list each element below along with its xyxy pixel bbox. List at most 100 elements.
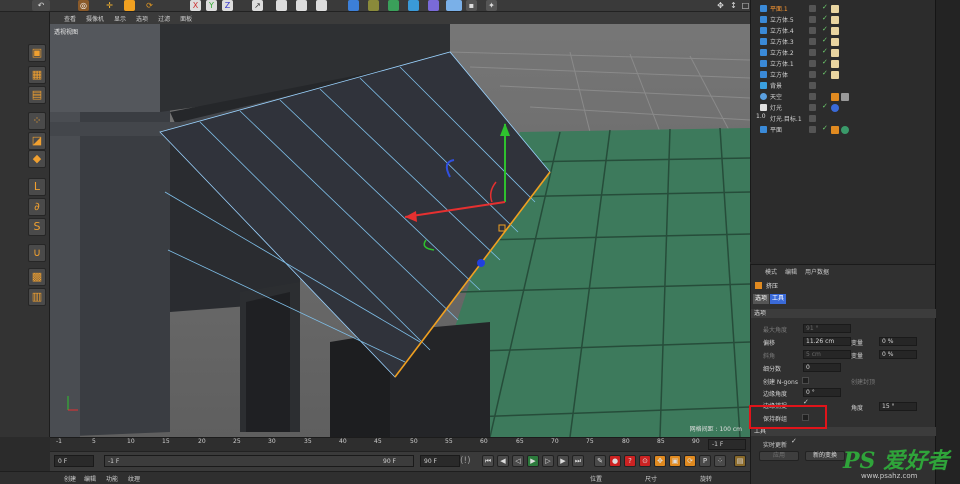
timeline-window-icon[interactable]: ▤ [734,455,746,467]
material-tag-icon[interactable] [831,38,839,46]
bevel-field[interactable]: 5 cm [803,350,851,359]
texture-tag-icon[interactable] [841,93,849,101]
menu-edit[interactable]: 编辑 [84,474,96,483]
end-frame-field[interactable]: 90 F [420,455,460,467]
material-tag-icon[interactable] [831,16,839,24]
z-axis-lock-icon[interactable]: Z [222,0,233,11]
subdivision-field[interactable]: 0 [803,363,841,372]
enabled-check-icon[interactable]: ✓ [822,47,828,55]
play-icon[interactable]: ▶ [527,455,539,467]
key-scale-icon[interactable]: ▣ [669,455,681,467]
menu-texture[interactable]: 纹理 [128,474,140,483]
x-axis-lock-icon[interactable]: X [190,0,201,11]
key-pla-icon[interactable]: ⁘ [714,455,726,467]
compositing-tag-icon[interactable] [831,126,839,134]
edge-angle-field[interactable]: 0 ° [803,388,841,397]
rotate-tool-icon[interactable]: ⟳ [144,0,155,11]
menu-view[interactable]: 查看 [64,14,76,23]
object-row[interactable]: 背景 [751,80,936,91]
nurbs-icon[interactable] [388,0,399,11]
object-row[interactable]: 平面 ✓ [751,124,936,135]
go-to-start-icon[interactable]: ⏮ [482,455,494,467]
edges-mode-icon[interactable]: ◪ [28,132,46,150]
material-tag-icon[interactable] [831,60,839,68]
menu-filter[interactable]: 过滤 [158,14,170,23]
angle-field[interactable]: 15 ° [879,402,917,411]
material-tag-icon[interactable] [831,71,839,79]
record-icon[interactable]: ● [609,455,621,467]
menu-camera[interactable]: 摄像机 [86,14,104,23]
menu-options[interactable]: 选项 [136,14,148,23]
snap-icon[interactable]: S [28,218,46,236]
new-transform-button[interactable]: 新的变换 [805,451,845,461]
object-row[interactable]: 立方体.3 ✓ [751,36,936,47]
render-settings-icon[interactable] [316,0,327,11]
material-tag-icon[interactable] [831,5,839,13]
record-position-icon[interactable]: ✎ [594,455,606,467]
key-param-icon[interactable]: P [699,455,711,467]
variance-field[interactable]: 0 % [879,337,917,346]
create-ngons-checkbox[interactable] [802,377,809,384]
object-row[interactable]: 立方体 ✓ [751,69,936,80]
perspective-viewport[interactable]: 查看 摄像机 显示 选项 过滤 面板 透视视图 网格间距 : 100 cm [50,12,750,437]
key-move-icon[interactable]: ✥ [654,455,666,467]
material-tag-icon[interactable] [831,49,839,57]
deformer-icon[interactable] [428,0,439,11]
object-row[interactable]: 立方体.4 ✓ [751,25,936,36]
object-row[interactable]: 立方体.2 ✓ [751,47,936,58]
tweak-icon[interactable]: ∂ [28,198,46,216]
offset-field[interactable]: 11.26 cm [803,337,851,346]
material-tag-icon[interactable] [831,27,839,35]
y-axis-lock-icon[interactable]: Y [206,0,217,11]
workplane-icon[interactable]: ▤ [28,86,46,104]
enabled-check-icon[interactable]: ✓ [822,25,828,33]
object-row[interactable]: 立方体.5 ✓ [751,14,936,25]
move-tool-icon[interactable]: ✛ [104,0,115,11]
prev-frame-icon[interactable]: ◁ [512,455,524,467]
menu-edit[interactable]: 编辑 [785,267,797,278]
keyframe-selection-icon[interactable]: ⊙ [639,455,651,467]
light-icon[interactable]: ✦ [486,0,497,11]
enabled-check-icon[interactable]: ✓ [822,36,828,44]
variance-2-field[interactable]: 0 % [879,350,917,359]
object-row[interactable]: 灯光 ✓ [751,102,936,113]
menu-panel[interactable]: 面板 [180,14,192,23]
enabled-check-icon[interactable]: ✓ [822,3,828,11]
menu-user-data[interactable]: 用户数据 [805,267,829,278]
viewport-zoom-icon[interactable]: ↕ [728,0,739,11]
enabled-check-icon[interactable]: ✓ [822,14,828,22]
camera-icon[interactable]: ▪ [466,0,477,11]
cube-object-icon[interactable] [348,0,359,11]
material-tag-icon[interactable] [841,126,849,134]
viewport-scene[interactable] [50,12,750,437]
apply-button[interactable]: 应用 [759,451,799,461]
current-frame-field[interactable]: 0 F [54,455,94,467]
magnet-icon[interactable]: ∪ [28,244,46,262]
prev-key-icon[interactable]: ◀ [497,455,509,467]
render-view-icon[interactable] [276,0,287,11]
object-row[interactable]: 天空 [751,91,936,102]
pen-spline-icon[interactable] [368,0,379,11]
coordinate-system-icon[interactable]: ↗ [252,0,263,11]
render-picture-icon[interactable] [296,0,307,11]
floor-object-icon[interactable] [446,0,462,11]
next-frame-icon[interactable]: ▷ [542,455,554,467]
next-key-icon[interactable]: ▶ [557,455,569,467]
model-mode-icon[interactable]: ▣ [28,44,46,62]
undo-icon[interactable]: ↶ [32,0,50,11]
timeline-end-field[interactable]: -1 F [708,439,746,450]
enabled-check-icon[interactable]: ✓ [822,102,828,110]
tab-options[interactable]: 选项 [753,294,770,304]
object-row[interactable]: 立方体.1 ✓ [751,58,936,69]
lock-workplane-icon[interactable]: ▩ [28,268,46,286]
scale-tool-icon[interactable] [124,0,135,11]
texture-mode-icon[interactable]: ▦ [28,66,46,84]
enabled-check-icon[interactable]: ✓ [822,69,828,77]
live-select-icon[interactable]: ◎ [78,0,89,11]
array-icon[interactable] [408,0,419,11]
realtime-update-checkbox[interactable]: ✓ [791,437,797,445]
timeline-ruler[interactable]: -1 5 10 15 20 25 30 35 40 45 50 55 60 65… [50,437,750,451]
viewport-move-icon[interactable]: ✥ [715,0,726,11]
object-row[interactable]: 1.0 灯光.目标.1 [751,113,936,124]
object-row[interactable]: 平面.1 ✓ [751,3,936,14]
